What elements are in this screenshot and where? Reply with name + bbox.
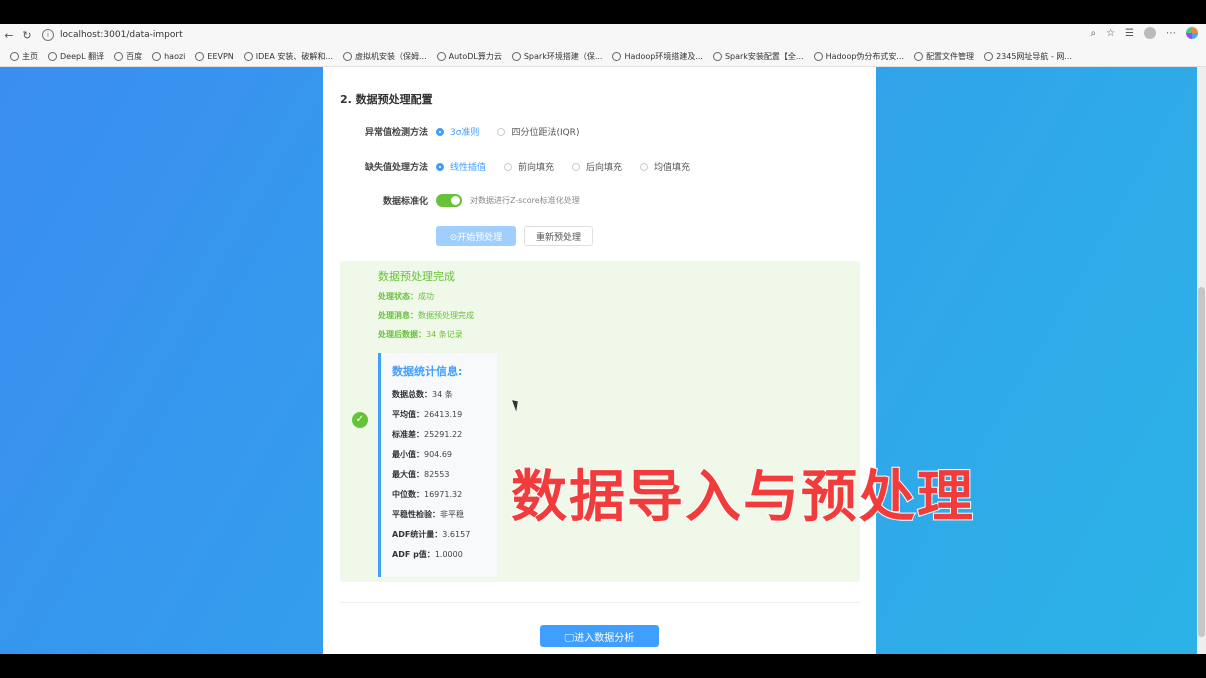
stat-item: 平均值：26413.19 <box>392 410 463 419</box>
content-card: 2. 数据预处理配置 异常值检测方法 3σ准则 四分位距法(IQR) 缺失值处理… <box>323 67 876 654</box>
bookmark-item[interactable]: AutoDL算力云 <box>436 51 502 62</box>
url-text: localhost:3001/data-import <box>60 30 183 40</box>
bookmark-icon <box>152 51 162 61</box>
profile-avatar[interactable] <box>1144 27 1156 39</box>
stat-item: 中位数：16971.32 <box>392 490 463 499</box>
enter-analysis-button[interactable]: 🖵进入数据分析 <box>540 625 659 647</box>
radio-dot <box>572 162 581 171</box>
browser-toolbar: ⌕ ☆ ☰ ⋯ <box>1090 27 1198 39</box>
stat-item: 最小值：904.69 <box>392 450 452 459</box>
result-count: 处理后数据：34 条记录 <box>378 330 463 339</box>
radio-3sigma[interactable]: 3σ准则 <box>436 125 479 138</box>
outlier-label: 异常值检测方法 <box>364 128 428 138</box>
section-title: 2. 数据预处理配置 <box>340 93 433 106</box>
result-status: 处理状态：成功 <box>378 292 434 301</box>
bookmark-item[interactable]: EEVPN <box>195 51 234 61</box>
copilot-icon[interactable] <box>1186 27 1198 39</box>
bookmark-icon <box>612 51 622 61</box>
favorites-icon[interactable]: ☰ <box>1125 28 1134 39</box>
bookmark-item[interactable]: 百度 <box>114 51 142 62</box>
info-icon[interactable]: i <box>42 29 54 41</box>
bookmark-icon <box>343 51 352 61</box>
redo-preprocess-button[interactable]: 重新预处理 <box>524 226 593 246</box>
back-icon[interactable]: ← <box>0 29 18 42</box>
radio-bfill[interactable]: 后向填充 <box>572 160 622 173</box>
start-preprocess-button[interactable]: ⊙开始预处理 <box>436 226 516 246</box>
bookmark-item[interactable]: 2345网址导航 - 网... <box>984 51 1072 62</box>
video-caption: 数据导入与预处理 <box>510 464 975 531</box>
standardize-row: 数据标准化 对数据进行Z-score标准化处理 <box>323 194 580 207</box>
bookmark-icon <box>114 51 124 61</box>
result-message: 处理消息：数据预处理完成 <box>378 311 474 320</box>
zoom-icon[interactable]: ⌕ <box>1090 28 1096 39</box>
standardize-hint: 对数据进行Z-score标准化处理 <box>470 196 580 205</box>
bookmark-item[interactable]: haozi <box>152 51 185 61</box>
radio-dot <box>497 127 506 136</box>
bookmark-item[interactable]: DeepL 翻译 <box>48 51 104 62</box>
bookmark-item[interactable]: Spark安装配置【全... <box>712 51 804 62</box>
page-viewport: 2. 数据预处理配置 异常值检测方法 3σ准则 四分位距法(IQR) 缺失值处理… <box>0 67 1206 654</box>
radio-dot <box>640 162 649 171</box>
stat-item: 平稳性检验：非平稳 <box>392 510 464 519</box>
bookmark-icon <box>10 51 19 61</box>
reload-icon[interactable]: ↻ <box>18 29 36 42</box>
star-icon[interactable]: ☆ <box>1106 28 1115 39</box>
result-title: 数据预处理完成 <box>378 270 455 283</box>
radio-linear[interactable]: 线性插值 <box>436 160 486 173</box>
stat-item: 数据总数：34 条 <box>392 390 453 399</box>
bookmark-icon <box>813 51 823 61</box>
stat-item: 标准差：25291.22 <box>392 430 463 439</box>
bookmark-icon <box>195 51 205 61</box>
outlier-method-row: 异常值检测方法 3σ准则 四分位距法(IQR) <box>323 125 597 138</box>
bookmark-icon <box>914 51 924 61</box>
radio-dot <box>436 162 444 171</box>
more-icon[interactable]: ⋯ <box>1166 28 1176 39</box>
bookmark-icon <box>984 51 994 61</box>
stat-item: 最大值：82553 <box>392 470 450 479</box>
result-alert: ✓ 数据预处理完成 处理状态：成功 处理消息：数据预处理完成 处理后数据：34 … <box>340 261 860 582</box>
radio-ffill[interactable]: 前向填充 <box>504 160 554 173</box>
bookmark-item[interactable]: Hadoop环境搭建及... <box>612 51 703 62</box>
page-scrollbar[interactable] <box>1197 67 1206 654</box>
missing-label: 缺失值处理方法 <box>364 163 428 173</box>
bookmark-icon <box>511 51 521 61</box>
bookmark-item[interactable]: Spark环境搭建（保... <box>511 51 602 62</box>
missing-method-row: 缺失值处理方法 线性插值 前向填充 后向填充 均值填充 <box>323 160 708 173</box>
standardize-toggle[interactable] <box>436 194 462 207</box>
bookmark-item[interactable]: 主页 <box>10 51 38 62</box>
success-check-icon: ✓ <box>352 412 368 428</box>
stat-item: ADF p值：1.0000 <box>392 550 463 559</box>
address-bar: ← ↻ i localhost:3001/data-import ⌕ ☆ ☰ ⋯ <box>0 24 1206 46</box>
bookmark-icon <box>243 51 253 61</box>
stat-item: ADF统计量：3.6157 <box>392 530 471 539</box>
url-field[interactable]: i localhost:3001/data-import <box>42 29 183 41</box>
radio-mean[interactable]: 均值填充 <box>640 160 690 173</box>
bookmark-icon <box>712 51 722 61</box>
stats-card: 数据统计信息: 数据总数：34 条 平均值：26413.19 标准差：25291… <box>378 353 497 577</box>
browser-window: ← ↻ i localhost:3001/data-import ⌕ ☆ ☰ ⋯… <box>0 24 1206 654</box>
bookmark-icon <box>48 51 57 61</box>
bookmarks-bar: 主页 DeepL 翻译 百度 haozi EEVPN IDEA 安装、破解和..… <box>0 46 1206 67</box>
radio-dot <box>436 127 444 136</box>
stats-title: 数据统计信息: <box>392 365 463 378</box>
standardize-label: 数据标准化 <box>382 197 428 207</box>
bookmark-icon <box>436 51 446 61</box>
radio-dot <box>504 162 513 171</box>
bookmark-item[interactable]: 虚拟机安装（保姆... <box>343 51 427 62</box>
scrollbar-thumb[interactable] <box>1198 287 1205 637</box>
bookmark-item[interactable]: Hadoop伪分布式安... <box>813 51 904 62</box>
bookmark-item[interactable]: 配置文件管理 <box>914 51 974 62</box>
radio-iqr[interactable]: 四分位距法(IQR) <box>497 125 579 138</box>
bookmark-item[interactable]: IDEA 安装、破解和... <box>243 51 333 62</box>
divider <box>340 602 860 603</box>
